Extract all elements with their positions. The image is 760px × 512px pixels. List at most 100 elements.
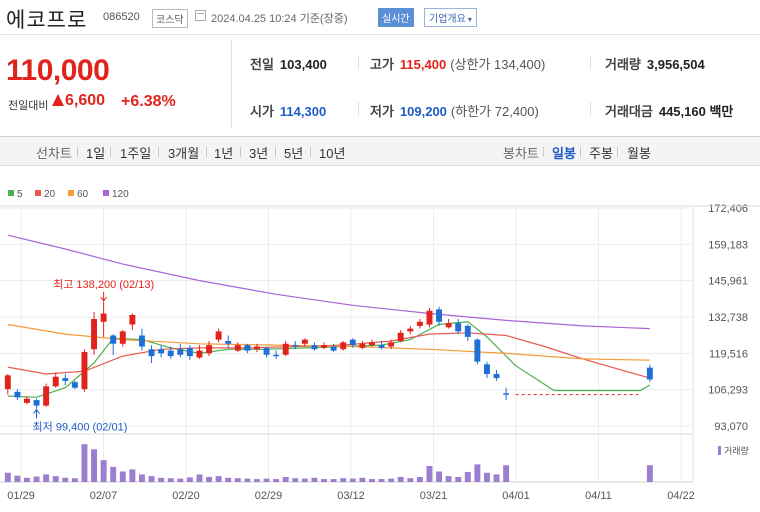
trade-amount-value: 445,160 백만 <box>658 104 734 119</box>
low-annotation: 최저 99,400 (02/01) <box>33 421 128 434</box>
candle-down <box>378 345 385 348</box>
period-1w[interactable]: 1주일 <box>120 143 151 162</box>
high-annotation: 최고 138,200 (02/13) <box>53 278 154 291</box>
candle-up <box>81 352 88 390</box>
candle-down <box>244 345 251 351</box>
prev-close: 전일 103,400 <box>250 54 327 73</box>
period-10y[interactable]: 10년 <box>319 143 345 162</box>
current-price: 110,000 <box>6 54 110 87</box>
company-info-dropdown[interactable]: 기업개요 ▾ <box>424 8 477 27</box>
x-tick-label: 04/01 <box>502 490 530 502</box>
candle-chart-label[interactable]: 봉차트 <box>503 143 539 162</box>
ma20-line <box>7 332 651 379</box>
volume-bar <box>167 478 174 482</box>
x-tick-label: 02/20 <box>172 490 200 502</box>
ma5-line <box>7 321 651 398</box>
volume: 거래량 3,956,504 <box>605 54 705 73</box>
price-change: 6,600 <box>52 92 105 110</box>
price-chart[interactable]: 172,406 159,183 145,961 132,738 119,516 106,2… <box>0 0 760 512</box>
open-price: 시가 114,300 <box>250 101 326 120</box>
legend-ma60[interactable]: 60 <box>68 189 88 200</box>
divider <box>358 55 359 69</box>
candle-up <box>340 342 347 350</box>
divider <box>158 147 159 157</box>
volume-bar <box>62 477 69 482</box>
y-tick-label: 93,070 <box>714 421 748 433</box>
volume-bar <box>493 474 500 482</box>
period-5y[interactable]: 5년 <box>284 143 303 162</box>
candle-up <box>100 313 107 322</box>
volume-bar <box>206 476 213 482</box>
candle-down <box>330 346 337 351</box>
calendar-icon <box>195 10 206 21</box>
line-chart-label[interactable]: 선차트 <box>36 143 72 162</box>
period-1y[interactable]: 1년 <box>214 143 233 162</box>
divider <box>310 147 311 157</box>
legend-label: 20 <box>44 189 56 200</box>
candle-monthly[interactable]: 월봉 <box>627 143 651 162</box>
change-label: 전일대비 <box>8 100 49 112</box>
volume-bar <box>244 478 251 482</box>
volume-legend-label: 거래량 <box>724 445 749 456</box>
volume-bar <box>416 476 423 482</box>
volume-value: 3,956,504 <box>646 57 705 72</box>
volume-bar <box>33 476 40 482</box>
candle-down <box>493 373 500 379</box>
volume-bar <box>388 478 395 482</box>
volume-bar <box>503 465 510 482</box>
volume-bar <box>129 469 136 482</box>
company-info-label: 기업개요 <box>429 14 466 25</box>
realtime-button[interactable]: 실시간 <box>378 8 414 27</box>
period-3y[interactable]: 3년 <box>249 143 268 162</box>
candle-down <box>177 349 184 355</box>
volume-bar <box>349 478 356 482</box>
candle-up <box>416 321 423 326</box>
x-tick-label: 03/21 <box>420 490 448 502</box>
candle-up <box>368 342 375 346</box>
upper-limit: (상한가 134,400) <box>450 57 546 72</box>
candle-weekly[interactable]: 주봉 <box>589 143 613 162</box>
candle-up <box>253 346 260 350</box>
candle-up <box>234 345 241 351</box>
stock-code: 086520 <box>103 11 140 23</box>
volume-bar <box>426 466 433 482</box>
divider <box>590 55 591 69</box>
candle-down <box>62 378 69 381</box>
volume-bar <box>14 475 21 482</box>
volume-bar <box>100 460 107 482</box>
candle-up <box>52 376 59 387</box>
volume-bar <box>455 476 462 482</box>
candle-up <box>426 310 433 325</box>
candle-up <box>23 398 30 403</box>
candle-down <box>474 339 481 362</box>
volume-bar <box>110 466 117 482</box>
legend-ma20[interactable]: 20 <box>35 189 55 200</box>
x-tick-label: 04/22 <box>667 490 695 502</box>
period-3m[interactable]: 3개월 <box>168 143 199 162</box>
candle-down <box>263 347 270 355</box>
volume-bar <box>301 478 308 482</box>
candle-daily[interactable]: 일봉 <box>552 143 576 162</box>
divider <box>543 147 544 157</box>
candle-down <box>436 309 443 322</box>
candle-up <box>301 339 308 344</box>
volume-bar <box>215 476 222 482</box>
volume-bar <box>282 476 289 482</box>
open-label: 시가 <box>250 104 274 119</box>
divider <box>617 147 618 157</box>
period-1d[interactable]: 1일 <box>86 143 105 162</box>
x-tick-label: 04/11 <box>585 490 612 502</box>
divider <box>358 102 359 116</box>
candle-down <box>455 323 462 332</box>
volume-bar <box>368 479 375 482</box>
trade-amount: 거래대금 445,160 백만 <box>605 101 733 120</box>
candle-up <box>91 319 98 350</box>
candle-down <box>311 345 318 350</box>
volume-bar <box>378 479 385 482</box>
volume-bar <box>23 477 30 482</box>
volume-bar <box>340 478 347 482</box>
legend-ma5[interactable]: 5 <box>8 189 23 200</box>
legend-ma120[interactable]: 120 <box>103 189 129 200</box>
volume-legend-swatch <box>718 446 721 455</box>
open-value: 114,300 <box>279 104 327 119</box>
